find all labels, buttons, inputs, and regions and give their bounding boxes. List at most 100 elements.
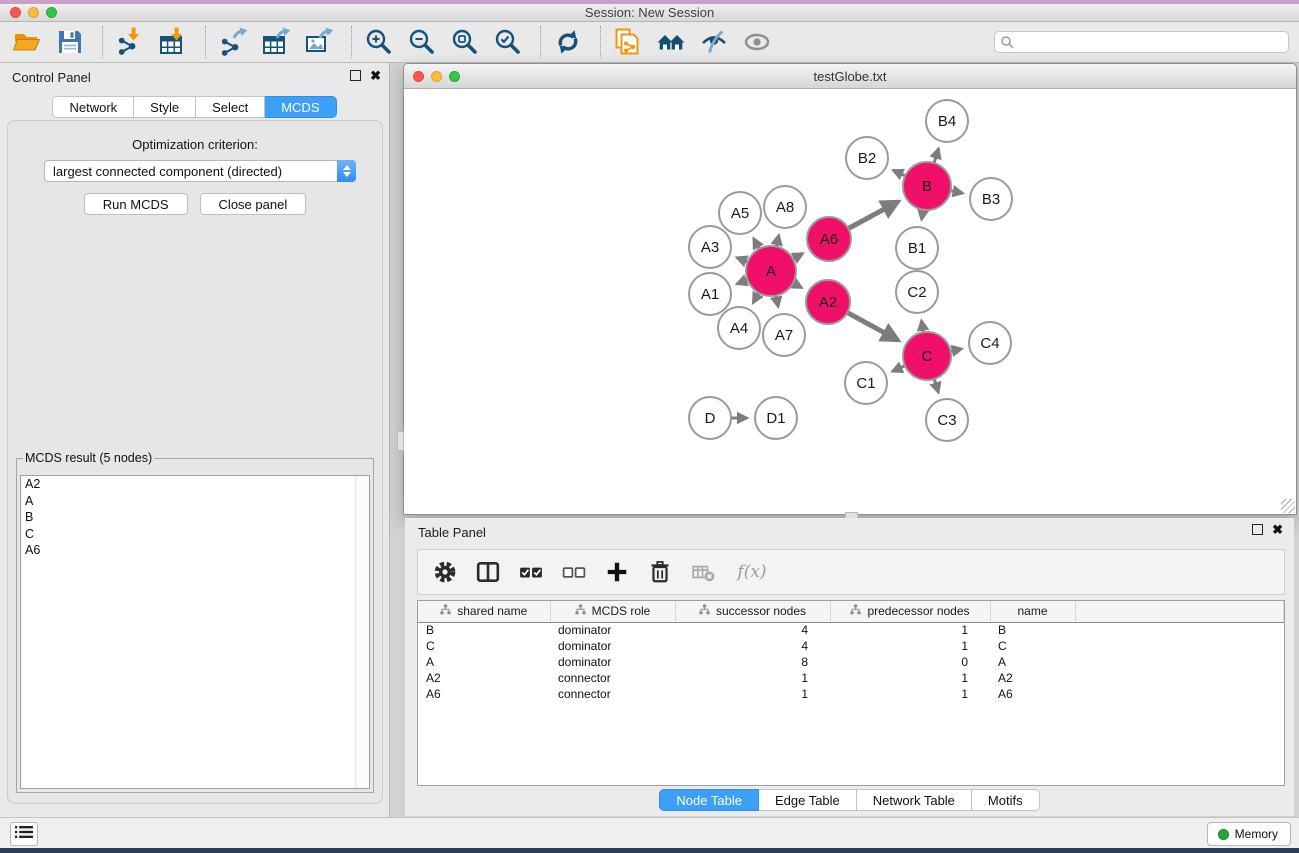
table-cell[interactable]: A6 [418,686,550,702]
column-tree-icon [440,604,451,618]
close-panel-button[interactable]: Close panel [200,193,307,215]
mcds-panel: Optimization criterion: largest connecte… [7,120,383,804]
application-window: Session: New Session Control Panel ✖ Net… [0,0,1299,853]
optimization-criterion-select[interactable]: largest connected component (directed) [44,160,356,182]
save-session-icon[interactable] [55,27,85,57]
table-cell[interactable]: A2 [990,670,1075,686]
mcds-result-item[interactable]: B [21,509,369,526]
graph-node-label: A5 [731,205,749,222]
show-columns-icon[interactable] [476,560,500,584]
deselect-all-rows-icon[interactable] [562,560,586,584]
table-cell[interactable]: 1 [675,686,830,702]
table-settings-gear-icon[interactable] [433,560,457,584]
mcds-result-list[interactable]: A2ABCA6 [20,475,370,789]
home-icon[interactable] [656,27,686,57]
table-cell[interactable]: 4 [675,622,830,638]
table-cell[interactable]: 1 [830,638,990,654]
open-session-icon[interactable] [12,27,42,57]
float-panel-icon[interactable] [350,70,361,81]
zoom-selected-icon[interactable] [493,27,523,57]
table-cell[interactable]: A [418,654,550,670]
network-canvas[interactable]: B4B2BB3A8A5A6B1A3AC2A1A2A4A7C4CC1C3DD1 [404,89,1296,514]
delete-table-icon [691,560,715,584]
table-cell[interactable]: A6 [990,686,1075,702]
table-row[interactable]: Adominator80A [418,654,1284,670]
table-row[interactable]: Cdominator41C [418,638,1284,654]
column-header-predecessor-nodes[interactable]: predecessor nodes [830,601,990,622]
table-cell[interactable]: A [990,654,1075,670]
search-input[interactable] [994,31,1289,53]
toolbar-separator [540,26,541,58]
memory-status-button[interactable]: Memory [1207,822,1291,846]
table-cell[interactable]: connector [550,686,675,702]
search-icon [1000,35,1014,54]
table-cell[interactable]: B [418,622,550,638]
mcds-result-item[interactable]: A6 [21,542,369,559]
split-divider-handle[interactable] [397,431,404,451]
status-bar: Memory [0,817,1299,848]
graph-node-label: A6 [820,231,838,248]
delete-columns-icon[interactable] [648,560,672,584]
export-table-icon[interactable] [261,27,291,57]
table-cell[interactable]: connector [550,670,675,686]
refresh-icon[interactable] [553,27,583,57]
table-cell[interactable]: 0 [830,654,990,670]
window-resize-grip[interactable] [1281,499,1295,513]
select-all-rows-icon[interactable] [519,560,543,584]
graph-node-label: A2 [819,294,837,311]
tab-network-table[interactable]: Network Table [857,789,972,811]
control-panel-tabs: NetworkStyleSelectMCDS [0,96,389,118]
column-header-name[interactable]: name [990,601,1075,622]
export-network-icon[interactable] [218,27,248,57]
close-panel-icon[interactable]: ✖ [370,70,381,81]
column-header-successor-nodes[interactable]: successor nodes [675,601,830,622]
export-image-icon[interactable] [304,27,334,57]
add-column-icon[interactable] [605,560,629,584]
column-tree-icon [575,604,586,618]
run-mcds-button[interactable]: Run MCDS [84,193,188,215]
table-cell[interactable]: B [990,622,1075,638]
column-header-shared-name[interactable]: shared name [418,601,550,622]
float-table-panel-icon[interactable] [1252,524,1263,535]
column-header-MCDS-role[interactable]: MCDS role [550,601,675,622]
table-cell[interactable]: dominator [550,654,675,670]
network-from-file-icon[interactable] [613,27,643,57]
mcds-result-item[interactable]: A2 [21,476,369,493]
mcds-result-item[interactable]: A [21,493,369,510]
graph-node-label: C2 [907,284,926,301]
table-cell[interactable]: 1 [675,670,830,686]
table-row[interactable]: A6connector11A6 [418,686,1284,702]
table-cell[interactable]: 1 [830,670,990,686]
memory-ok-icon [1218,829,1229,840]
task-history-button[interactable] [10,822,38,846]
hide-graphics-details-icon[interactable] [699,27,729,57]
table-cell[interactable]: 1 [830,622,990,638]
tab-motifs[interactable]: Motifs [972,789,1040,811]
tab-select[interactable]: Select [196,96,265,118]
tab-mcds[interactable]: MCDS [265,96,336,118]
table-cell[interactable]: 4 [675,638,830,654]
zoom-in-icon[interactable] [364,27,394,57]
close-table-panel-icon[interactable]: ✖ [1272,524,1283,535]
zoom-fit-icon[interactable] [450,27,480,57]
network-window-titlebar[interactable]: testGlobe.txt [404,64,1296,89]
tab-network[interactable]: Network [52,96,134,118]
table-cell[interactable]: dominator [550,638,675,654]
table-cell[interactable]: 8 [675,654,830,670]
tab-style[interactable]: Style [134,96,196,118]
table-cell[interactable]: 1 [830,686,990,702]
table-row[interactable]: Bdominator41B [418,622,1284,638]
table-cell[interactable]: C [990,638,1075,654]
table-cell[interactable]: A2 [418,670,550,686]
zoom-out-icon[interactable] [407,27,437,57]
tab-node-table[interactable]: Node Table [659,789,759,811]
table-cell[interactable]: C [418,638,550,654]
tab-edge-table[interactable]: Edge Table [759,789,857,811]
show-graphics-details-icon[interactable] [742,27,772,57]
import-table-icon[interactable] [158,27,188,57]
mcds-result-item[interactable]: C [21,526,369,543]
list-scrollbar[interactable] [355,476,369,788]
import-network-icon[interactable] [115,27,145,57]
table-cell[interactable]: dominator [550,622,675,638]
table-row[interactable]: A2connector11A2 [418,670,1284,686]
